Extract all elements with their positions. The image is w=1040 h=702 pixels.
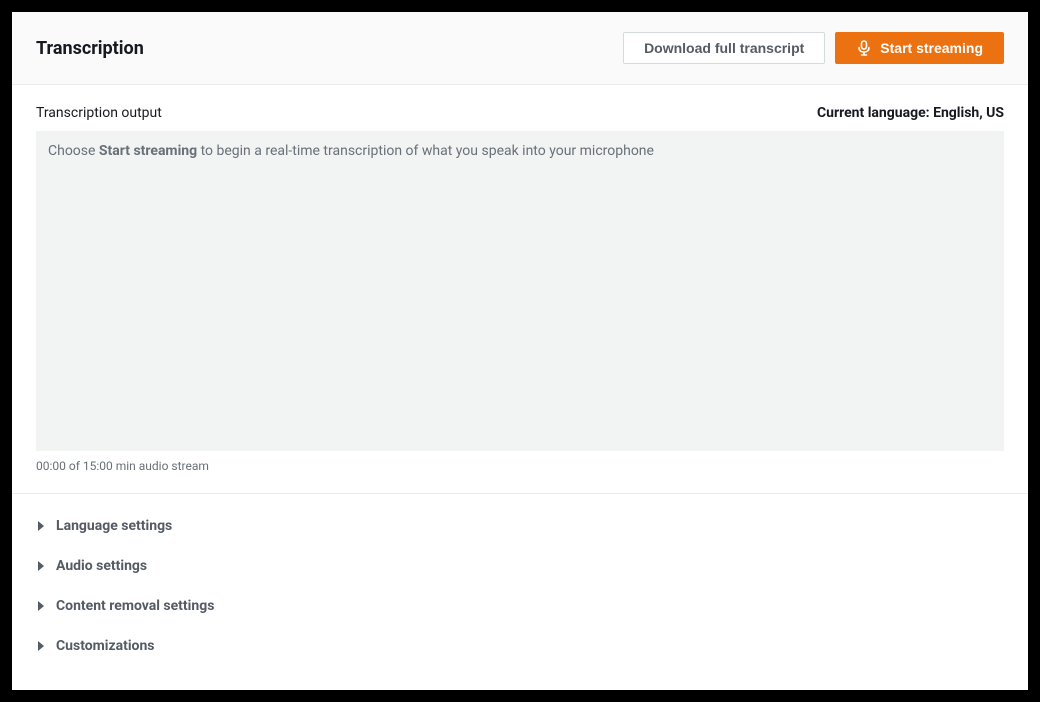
chevron-right-icon bbox=[38, 521, 44, 531]
start-streaming-label: Start streaming bbox=[880, 40, 983, 56]
placeholder-suffix: to begin a real-time transcription of wh… bbox=[197, 143, 654, 159]
content-panel: Transcription output Current language: E… bbox=[12, 85, 1028, 690]
expandable-label: Customizations bbox=[56, 638, 154, 654]
microphone-icon bbox=[856, 40, 872, 56]
header-panel: Transcription Download full transcript S… bbox=[12, 12, 1028, 85]
placeholder-bold: Start streaming bbox=[99, 143, 197, 159]
output-header: Transcription output Current language: E… bbox=[36, 105, 1004, 121]
chevron-right-icon bbox=[38, 601, 44, 611]
page-title: Transcription bbox=[36, 38, 144, 59]
transcription-output-box: Choose Start streaming to begin a real-t… bbox=[36, 131, 1004, 451]
expandable-language-settings[interactable]: Language settings bbox=[36, 506, 1004, 546]
expandable-audio-settings[interactable]: Audio settings bbox=[36, 546, 1004, 586]
start-streaming-button[interactable]: Start streaming bbox=[835, 32, 1004, 64]
language-value: English, US bbox=[933, 105, 1004, 121]
expandable-label: Language settings bbox=[56, 518, 172, 534]
output-label: Transcription output bbox=[36, 105, 162, 121]
placeholder-prefix: Choose bbox=[48, 143, 99, 159]
download-transcript-button[interactable]: Download full transcript bbox=[623, 32, 825, 64]
chevron-right-icon bbox=[38, 561, 44, 571]
page-container: Transcription Download full transcript S… bbox=[12, 12, 1028, 690]
expandable-content-removal-settings[interactable]: Content removal settings bbox=[36, 586, 1004, 626]
settings-section: Language settings Audio settings Content… bbox=[36, 506, 1004, 672]
current-language-label: Current language: English, US bbox=[817, 105, 1004, 121]
expandable-label: Content removal settings bbox=[56, 598, 214, 614]
expandable-customizations[interactable]: Customizations bbox=[36, 626, 1004, 666]
header-actions: Download full transcript Start streaming bbox=[623, 32, 1004, 64]
language-prefix: Current language: bbox=[817, 105, 933, 121]
divider bbox=[12, 493, 1028, 494]
stream-status: 00:00 of 15:00 min audio stream bbox=[36, 459, 1004, 473]
chevron-right-icon bbox=[38, 641, 44, 651]
expandable-label: Audio settings bbox=[56, 558, 147, 574]
